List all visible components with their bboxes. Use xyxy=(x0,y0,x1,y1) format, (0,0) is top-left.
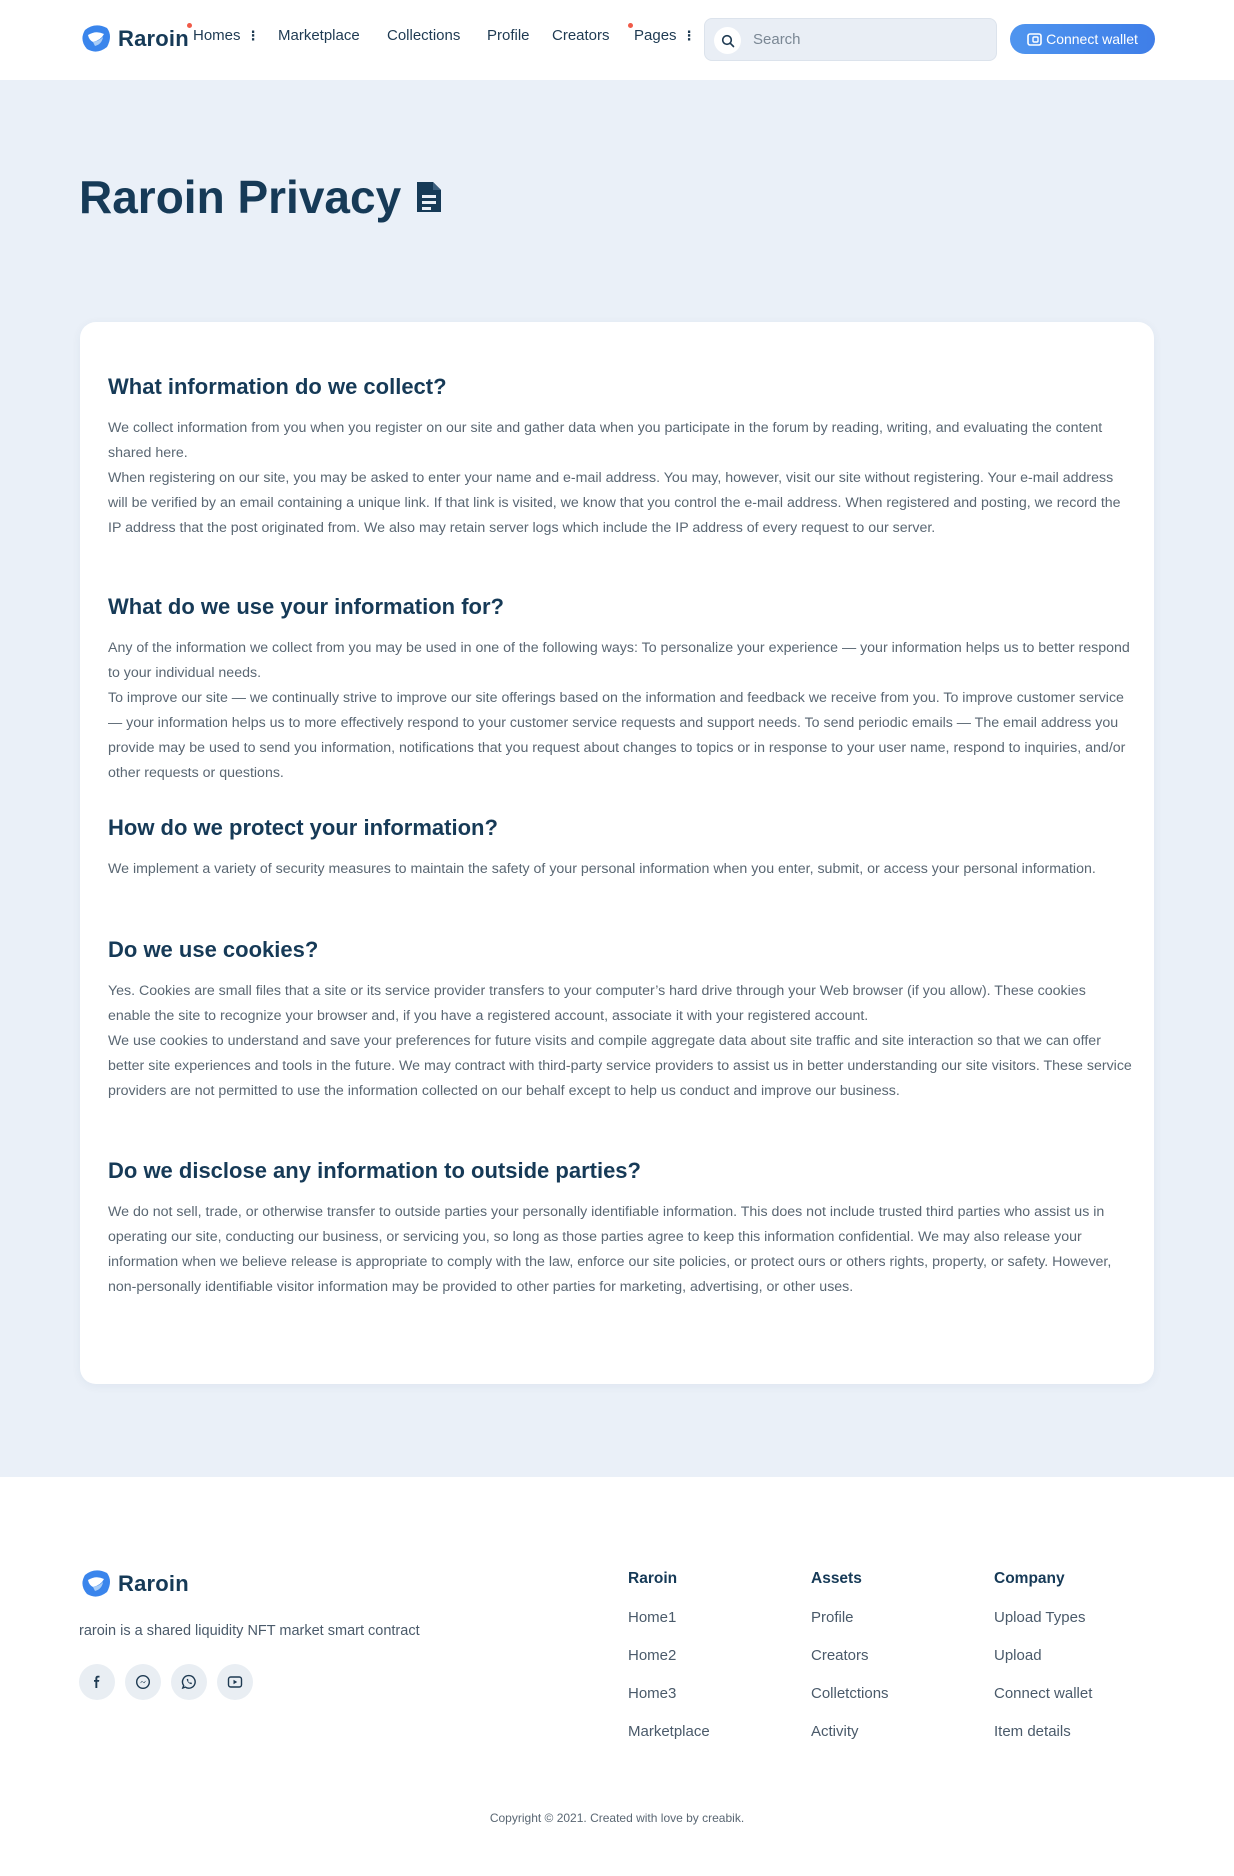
section-heading: Do we use cookies? xyxy=(108,937,319,962)
footer-column-title: Raroin xyxy=(628,1570,678,1587)
footer-column-title: Company xyxy=(994,1570,1065,1587)
footer-link[interactable]: Home2 xyxy=(628,1646,710,1684)
section-body: Any of the information we collect from y… xyxy=(108,640,1130,781)
notification-dot xyxy=(187,23,192,28)
connect-wallet-label: Connect wallet xyxy=(1046,31,1138,47)
more-vertical-icon: ⋮ xyxy=(246,28,260,43)
more-vertical-icon: ⋮ xyxy=(682,28,696,43)
section-heading: Do we disclose any information to outsid… xyxy=(108,1158,641,1183)
section-heading: What do we use your information for? xyxy=(108,594,504,619)
nav-item-homes[interactable]: Homes ⋮ xyxy=(187,23,260,44)
footer-link[interactable]: Profile xyxy=(811,1608,889,1646)
facebook-icon[interactable] xyxy=(79,1664,115,1700)
nav-item-profile[interactable]: Profile xyxy=(487,27,530,44)
site-header: Raroin Homes ⋮ Marketplace Collections P… xyxy=(0,0,1234,80)
page-title-text: Raroin Privacy xyxy=(79,171,402,223)
brand-name: Raroin xyxy=(118,25,189,51)
section-heading: What information do we collect? xyxy=(108,374,447,399)
page-title: Raroin Privacy xyxy=(79,170,443,224)
footer-link[interactable]: Upload xyxy=(994,1646,1092,1684)
nav-label: Creators xyxy=(552,27,610,44)
privacy-section: Do we use cookies? Yes. Cookies are smal… xyxy=(108,937,1132,1104)
notification-dot xyxy=(628,23,633,28)
footer-column-company: Company Upload Types Upload Connect wall… xyxy=(994,1570,1092,1760)
footer-logo[interactable]: Raroin xyxy=(79,1567,189,1600)
whatsapp-icon[interactable] xyxy=(171,1664,207,1700)
privacy-section: How do we protect your information? We i… xyxy=(108,815,1132,882)
search-input[interactable] xyxy=(753,19,983,60)
raroin-logo-icon xyxy=(82,25,110,52)
section-body: We do not sell, trade, or otherwise tran… xyxy=(108,1204,1112,1295)
section-body: Yes. Cookies are small files that a site… xyxy=(108,983,1132,1099)
section-heading: How do we protect your information? xyxy=(108,815,498,840)
privacy-section: What do we use your information for? Any… xyxy=(108,594,1132,786)
nav-label: Marketplace xyxy=(278,27,360,44)
section-body: We collect information from you when you… xyxy=(108,420,1121,536)
footer-tagline: raroin is a shared liquidity NFT market … xyxy=(79,1623,420,1639)
copyright-text: Copyright © 2021. Created with love by c… xyxy=(489,1811,745,1825)
nav-item-creators[interactable]: Creators xyxy=(552,27,610,44)
wallet-icon xyxy=(1027,32,1042,46)
footer-column-raroin: Raroin Home1 Home2 Home3 Marketplace xyxy=(628,1570,710,1760)
nav-label: Collections xyxy=(387,27,461,44)
privacy-section: What information do we collect? We colle… xyxy=(108,374,1132,541)
site-footer: Raroin raroin is a shared liquidity NFT … xyxy=(0,1477,1234,1876)
youtube-icon[interactable] xyxy=(217,1664,253,1700)
footer-link[interactable]: Activity xyxy=(811,1722,889,1760)
footer-link[interactable]: Upload Types xyxy=(994,1608,1092,1646)
footer-column-title: Assets xyxy=(811,1570,862,1587)
section-body: We implement a variety of security measu… xyxy=(108,861,1096,877)
privacy-card: What information do we collect? We colle… xyxy=(80,322,1154,1384)
messenger-icon[interactable] xyxy=(125,1664,161,1700)
nav-item-pages[interactable]: Pages ⋮ xyxy=(628,23,696,44)
footer-column-assets: Assets Profile Creators Colletctions Act… xyxy=(811,1570,889,1760)
nav-label: Pages xyxy=(634,27,677,44)
footer-brand-name: Raroin xyxy=(118,1570,189,1596)
privacy-section: Do we disclose any information to outsid… xyxy=(108,1158,1132,1300)
page-hero: Raroin Privacy What information do we co… xyxy=(0,80,1234,1477)
footer-link[interactable]: Connect wallet xyxy=(994,1684,1092,1722)
footer-link[interactable]: Colletctions xyxy=(811,1684,889,1722)
brand-logo[interactable]: Raroin xyxy=(79,22,189,55)
document-icon xyxy=(417,182,442,212)
connect-wallet-button[interactable]: Connect wallet xyxy=(1010,24,1155,54)
footer-link[interactable]: Item details xyxy=(994,1722,1092,1760)
footer-link[interactable]: Marketplace xyxy=(628,1722,710,1760)
footer-link[interactable]: Home1 xyxy=(628,1608,710,1646)
footer-link[interactable]: Creators xyxy=(811,1646,889,1684)
nav-label: Profile xyxy=(487,27,530,44)
social-links xyxy=(79,1664,253,1700)
raroin-logo-icon xyxy=(82,1570,110,1597)
nav-item-marketplace[interactable]: Marketplace xyxy=(278,27,360,44)
search-icon[interactable] xyxy=(714,27,741,54)
search-box xyxy=(704,18,997,61)
nav-item-collections[interactable]: Collections xyxy=(387,27,460,44)
nav-label: Homes xyxy=(193,27,241,44)
footer-link[interactable]: Home3 xyxy=(628,1684,710,1722)
